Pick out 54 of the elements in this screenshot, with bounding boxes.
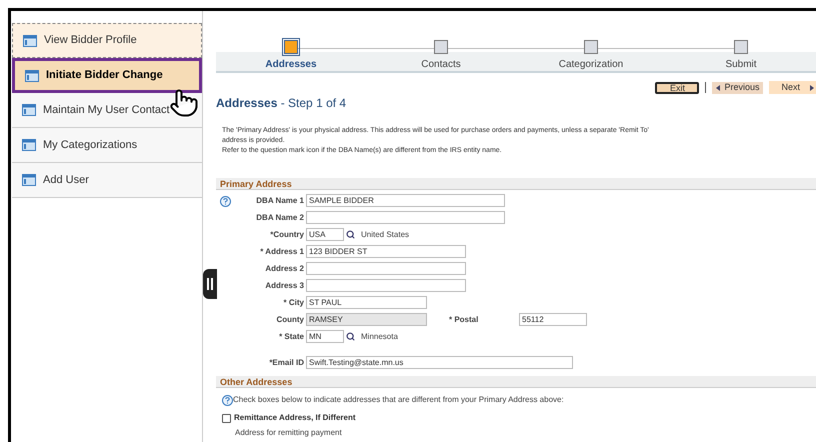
input-field[interactable] [306, 211, 505, 224]
field-label: DBA Name 1 [255, 194, 305, 206]
sidebar-item[interactable]: Add User [12, 163, 202, 198]
field-label: County [275, 314, 305, 326]
left-arrow-icon [716, 84, 720, 90]
field-label: *Country [269, 228, 305, 240]
field-label: *Email ID [268, 356, 305, 368]
step-label[interactable]: Contacts [421, 57, 461, 72]
help-icon[interactable] [220, 196, 231, 206]
field-label: * State [278, 330, 305, 342]
page-icon [22, 174, 36, 186]
sidebar-item[interactable]: My Categorizations [12, 128, 202, 163]
right-arrow-icon [810, 84, 814, 90]
option-description: Address for remitting payment [234, 427, 343, 439]
field-label: Address 3 [264, 280, 305, 292]
step-label[interactable]: Submit [725, 57, 757, 72]
field-label: * City [282, 296, 305, 308]
next-button[interactable]: Next [769, 81, 816, 94]
field-description: Minnesota [361, 330, 398, 342]
input-field[interactable]: USA [306, 228, 344, 241]
sidebar-item[interactable]: View Bidder Profile [12, 23, 202, 58]
field-label: DBA Name 2 [255, 212, 305, 224]
input-field[interactable] [306, 262, 466, 275]
step-label[interactable]: Categorization [558, 57, 624, 72]
field-label: * Postal [449, 314, 480, 326]
input-field[interactable]: ST PAUL [306, 296, 427, 309]
collapse-handle[interactable] [203, 269, 217, 299]
sidebar-item[interactable]: Maintain My User Contact [12, 93, 202, 128]
input-field[interactable]: SAMPLE BIDDER [306, 194, 505, 207]
instruction-text: Check boxes below to indicate addresses that are different from your Primary Address above: [233, 394, 564, 406]
input-field[interactable]: 123 BIDDER ST [306, 245, 466, 258]
field-description: United States [361, 228, 410, 240]
field-label: Address 2 [264, 262, 305, 274]
exit-button[interactable]: Exit [655, 82, 700, 94]
checkbox[interactable] [222, 414, 231, 422]
search-icon[interactable] [346, 332, 355, 341]
page-icon [25, 70, 39, 82]
page-icon [23, 34, 37, 46]
step-label[interactable]: Addresses [265, 57, 317, 72]
section-header: Primary Address [216, 178, 816, 190]
field-label: * Address 1 [259, 246, 305, 258]
search-icon[interactable] [346, 230, 355, 239]
previous-button[interactable]: Previous [712, 82, 764, 94]
section-header: Other Addresses [216, 376, 816, 388]
hand-cursor-icon [169, 87, 199, 119]
input-field[interactable] [306, 279, 466, 292]
page-icon [22, 139, 36, 151]
input-field[interactable]: MN [306, 330, 344, 343]
help-icon[interactable] [222, 394, 233, 406]
sidebar-item[interactable]: Initiate Bidder Change [12, 58, 202, 93]
input-field[interactable]: Swift.Testing@state.mn.us [306, 356, 573, 369]
checkbox-label: Remittance Address, If Different [234, 412, 356, 424]
page-icon [22, 104, 36, 116]
page-title: Addresses - Step 1 of 4 [216, 95, 348, 112]
